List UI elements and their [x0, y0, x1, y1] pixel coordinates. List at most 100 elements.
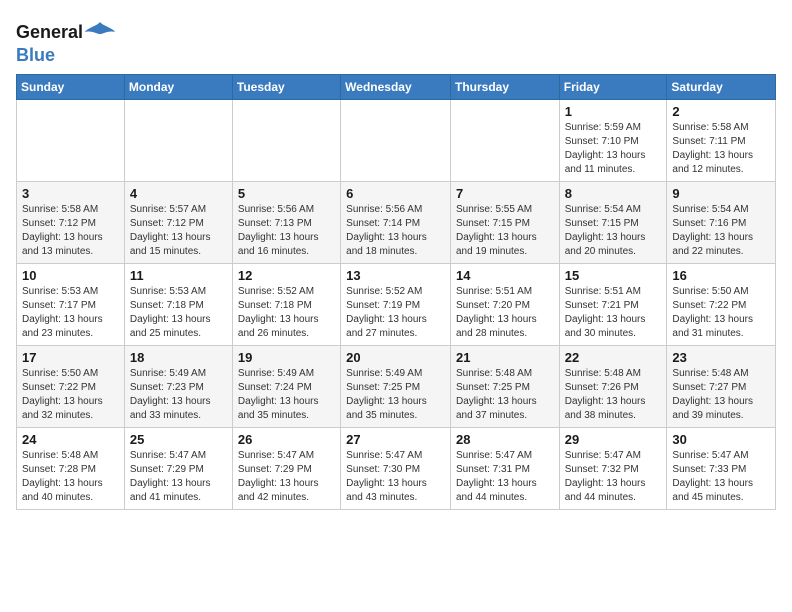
day-info: Sunrise: 5:52 AMSunset: 7:18 PMDaylight:…: [238, 285, 335, 341]
calendar-cell: [341, 99, 451, 181]
day-number: 25: [130, 432, 227, 447]
calendar-cell: 21Sunrise: 5:48 AMSunset: 7:25 PMDayligh…: [450, 345, 559, 427]
calendar-cell: [450, 99, 559, 181]
calendar-cell: [17, 99, 125, 181]
day-info: Sunrise: 5:47 AMSunset: 7:30 PMDaylight:…: [346, 449, 445, 505]
calendar-cell: 15Sunrise: 5:51 AMSunset: 7:21 PMDayligh…: [559, 263, 667, 345]
day-number: 3: [22, 186, 119, 201]
day-number: 13: [346, 268, 445, 283]
day-number: 1: [565, 104, 662, 119]
calendar-cell: 7 Sunrise: 5:55 AMSunset: 7:15 PMDaylight…: [450, 181, 559, 263]
day-info: Sunrise: 5:48 AMSunset: 7:28 PMDaylight:…: [22, 449, 119, 505]
day-number: 28: [456, 432, 554, 447]
day-number: 27: [346, 432, 445, 447]
day-info: Sunrise: 5:47 AMSunset: 7:31 PMDaylight:…: [456, 449, 554, 505]
calendar-cell: 18 Sunrise: 5:49 AMSunset: 7:23 PMDayligh…: [124, 345, 232, 427]
calendar-cell: [232, 99, 340, 181]
day-number: 30: [672, 432, 770, 447]
day-number: 12: [238, 268, 335, 283]
day-number: 4: [130, 186, 227, 201]
day-number: 14: [456, 268, 554, 283]
calendar-week-row: 17Sunrise: 5:50 AMSunset: 7:22 PMDayligh…: [17, 345, 776, 427]
calendar-cell: 30 Sunrise: 5:47 AMSunset: 7:33 PMDayligh…: [667, 427, 776, 509]
col-header-wednesday: Wednesday: [341, 74, 451, 99]
calendar-cell: 5 Sunrise: 5:56 AMSunset: 7:13 PMDaylight…: [232, 181, 340, 263]
calendar-cell: 20 Sunrise: 5:49 AMSunset: 7:25 PMDayligh…: [341, 345, 451, 427]
calendar-cell: 19 Sunrise: 5:49 AMSunset: 7:24 PMDayligh…: [232, 345, 340, 427]
calendar-cell: 22 Sunrise: 5:48 AMSunset: 7:26 PMDayligh…: [559, 345, 667, 427]
day-info: Sunrise: 5:49 AMSunset: 7:23 PMDaylight:…: [130, 367, 227, 423]
day-info: Sunrise: 5:54 AMSunset: 7:15 PMDaylight:…: [565, 203, 662, 259]
calendar-cell: 12 Sunrise: 5:52 AMSunset: 7:18 PMDayligh…: [232, 263, 340, 345]
day-info: Sunrise: 5:47 AMSunset: 7:32 PMDaylight:…: [565, 449, 662, 505]
day-info: Sunrise: 5:56 AMSunset: 7:13 PMDaylight:…: [238, 203, 335, 259]
col-header-friday: Friday: [559, 74, 667, 99]
logo-bird-icon: [85, 20, 115, 46]
day-number: 26: [238, 432, 335, 447]
calendar-week-row: 1Sunrise: 5:59 AMSunset: 7:10 PMDaylight…: [17, 99, 776, 181]
calendar-week-row: 3 Sunrise: 5:58 AMSunset: 7:12 PMDaylight…: [17, 181, 776, 263]
col-header-sunday: Sunday: [17, 74, 125, 99]
day-number: 19: [238, 350, 335, 365]
calendar-cell: 6Sunrise: 5:56 AMSunset: 7:14 PMDaylight…: [341, 181, 451, 263]
day-info: Sunrise: 5:50 AMSunset: 7:22 PMDaylight:…: [22, 367, 119, 423]
col-header-saturday: Saturday: [667, 74, 776, 99]
day-info: Sunrise: 5:48 AMSunset: 7:26 PMDaylight:…: [565, 367, 662, 423]
day-info: Sunrise: 5:58 AMSunset: 7:11 PMDaylight:…: [672, 121, 770, 177]
calendar-cell: 3 Sunrise: 5:58 AMSunset: 7:12 PMDaylight…: [17, 181, 125, 263]
calendar-week-row: 10 Sunrise: 5:53 AMSunset: 7:17 PMDayligh…: [17, 263, 776, 345]
day-number: 10: [22, 268, 119, 283]
day-info: Sunrise: 5:55 AMSunset: 7:15 PMDaylight:…: [456, 203, 554, 259]
calendar-cell: 29 Sunrise: 5:47 AMSunset: 7:32 PMDayligh…: [559, 427, 667, 509]
day-number: 2: [672, 104, 770, 119]
day-info: Sunrise: 5:53 AMSunset: 7:17 PMDaylight:…: [22, 285, 119, 341]
day-info: Sunrise: 5:49 AMSunset: 7:24 PMDaylight:…: [238, 367, 335, 423]
col-header-thursday: Thursday: [450, 74, 559, 99]
col-header-tuesday: Tuesday: [232, 74, 340, 99]
calendar-cell: 10 Sunrise: 5:53 AMSunset: 7:17 PMDayligh…: [17, 263, 125, 345]
calendar-week-row: 24 Sunrise: 5:48 AMSunset: 7:28 PMDayligh…: [17, 427, 776, 509]
calendar-cell: 13Sunrise: 5:52 AMSunset: 7:19 PMDayligh…: [341, 263, 451, 345]
day-info: Sunrise: 5:47 AMSunset: 7:33 PMDaylight:…: [672, 449, 770, 505]
calendar-cell: 17Sunrise: 5:50 AMSunset: 7:22 PMDayligh…: [17, 345, 125, 427]
calendar-cell: 2 Sunrise: 5:58 AMSunset: 7:11 PMDaylight…: [667, 99, 776, 181]
day-number: 24: [22, 432, 119, 447]
logo-blue: Blue: [16, 46, 115, 66]
calendar-cell: 24 Sunrise: 5:48 AMSunset: 7:28 PMDayligh…: [17, 427, 125, 509]
day-number: 20: [346, 350, 445, 365]
day-info: Sunrise: 5:51 AMSunset: 7:21 PMDaylight:…: [565, 285, 662, 341]
calendar-cell: 14 Sunrise: 5:51 AMSunset: 7:20 PMDayligh…: [450, 263, 559, 345]
calendar-cell: 23 Sunrise: 5:48 AMSunset: 7:27 PMDayligh…: [667, 345, 776, 427]
day-number: 7: [456, 186, 554, 201]
day-number: 8: [565, 186, 662, 201]
logo-general: General: [16, 23, 83, 43]
day-number: 9: [672, 186, 770, 201]
day-number: 22: [565, 350, 662, 365]
day-number: 16: [672, 268, 770, 283]
calendar-cell: 9Sunrise: 5:54 AMSunset: 7:16 PMDaylight…: [667, 181, 776, 263]
calendar-cell: 11Sunrise: 5:53 AMSunset: 7:18 PMDayligh…: [124, 263, 232, 345]
day-info: Sunrise: 5:47 AMSunset: 7:29 PMDaylight:…: [238, 449, 335, 505]
day-number: 6: [346, 186, 445, 201]
calendar-cell: [124, 99, 232, 181]
day-info: Sunrise: 5:58 AMSunset: 7:12 PMDaylight:…: [22, 203, 119, 259]
calendar-cell: 4 Sunrise: 5:57 AMSunset: 7:12 PMDaylight…: [124, 181, 232, 263]
day-info: Sunrise: 5:47 AMSunset: 7:29 PMDaylight:…: [130, 449, 227, 505]
calendar-cell: 1Sunrise: 5:59 AMSunset: 7:10 PMDaylight…: [559, 99, 667, 181]
calendar-cell: 16 Sunrise: 5:50 AMSunset: 7:22 PMDayligh…: [667, 263, 776, 345]
day-info: Sunrise: 5:51 AMSunset: 7:20 PMDaylight:…: [456, 285, 554, 341]
calendar-header-row: SundayMondayTuesdayWednesdayThursdayFrid…: [17, 74, 776, 99]
day-number: 29: [565, 432, 662, 447]
calendar-cell: 28 Sunrise: 5:47 AMSunset: 7:31 PMDayligh…: [450, 427, 559, 509]
day-number: 18: [130, 350, 227, 365]
day-number: 5: [238, 186, 335, 201]
day-number: 23: [672, 350, 770, 365]
day-info: Sunrise: 5:49 AMSunset: 7:25 PMDaylight:…: [346, 367, 445, 423]
day-info: Sunrise: 5:57 AMSunset: 7:12 PMDaylight:…: [130, 203, 227, 259]
calendar-cell: 26 Sunrise: 5:47 AMSunset: 7:29 PMDayligh…: [232, 427, 340, 509]
calendar-cell: 8 Sunrise: 5:54 AMSunset: 7:15 PMDaylight…: [559, 181, 667, 263]
day-info: Sunrise: 5:50 AMSunset: 7:22 PMDaylight:…: [672, 285, 770, 341]
day-number: 21: [456, 350, 554, 365]
day-number: 11: [130, 268, 227, 283]
day-info: Sunrise: 5:48 AMSunset: 7:27 PMDaylight:…: [672, 367, 770, 423]
